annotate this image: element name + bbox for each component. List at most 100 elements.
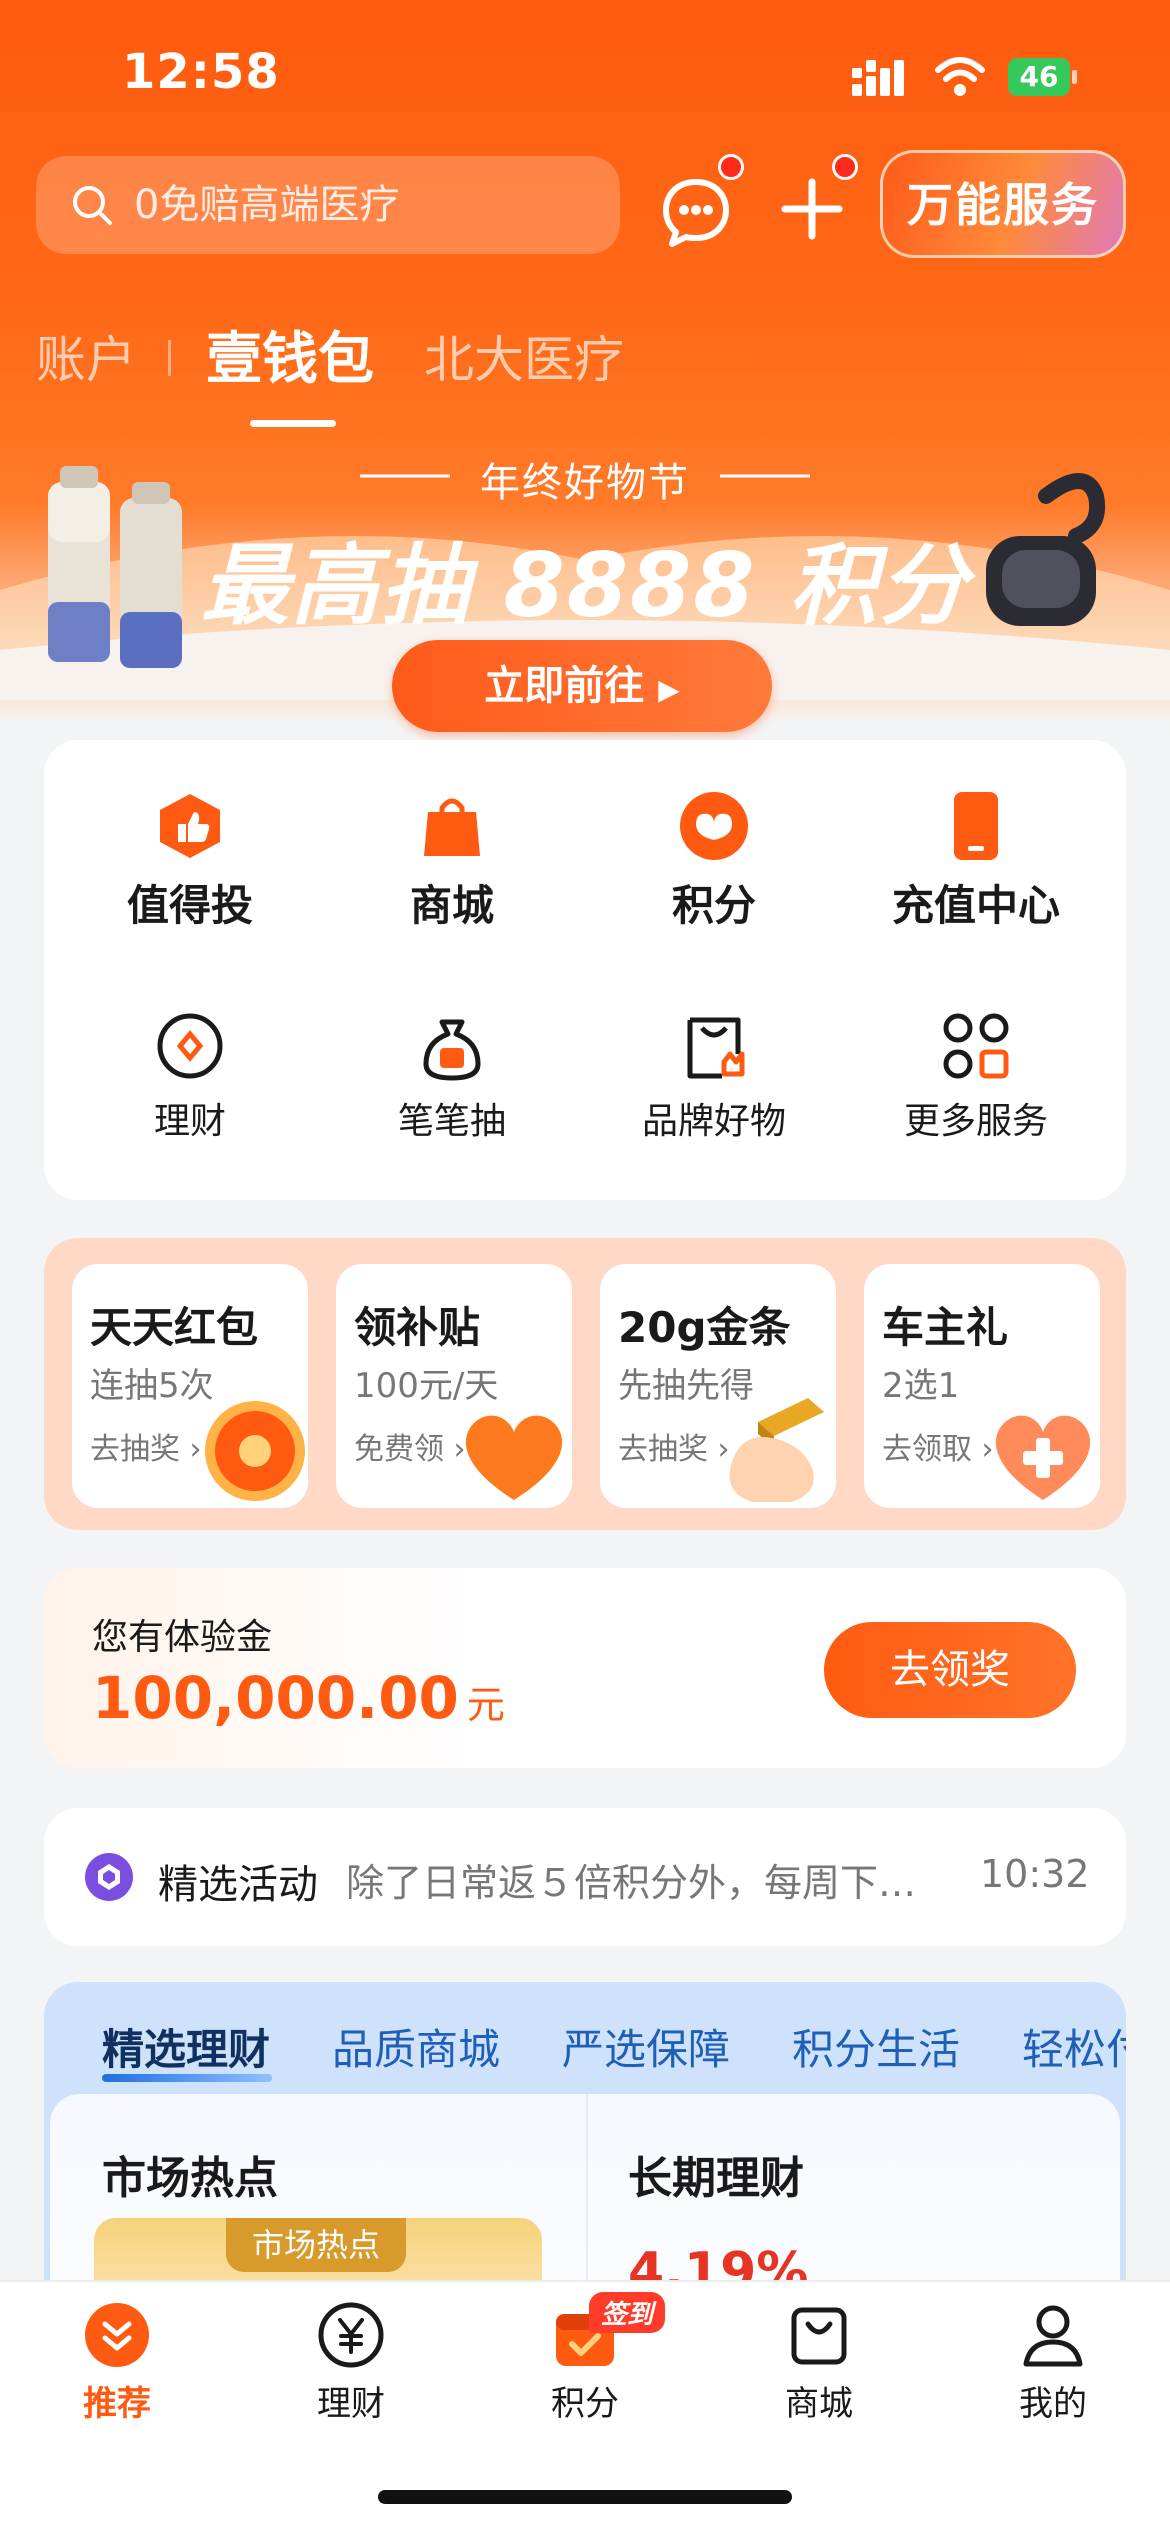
search-input[interactable] <box>132 181 576 229</box>
promo-title: 天天红包 <box>90 1303 259 1352</box>
battery-cap <box>1072 70 1077 84</box>
tab-account[interactable]: 账户 <box>36 320 136 392</box>
message-badge <box>718 154 744 180</box>
active-tab-indicator <box>250 420 336 427</box>
grid-label: 更多服务 <box>903 1101 1048 1142</box>
market-hotspot-tag: 市场热点 <box>226 2218 406 2272</box>
market-hotspot-title: 市场热点 <box>102 2153 278 2204</box>
grid-item-brand-goods[interactable]: 品牌好物 <box>584 1010 844 1144</box>
activity-badge-icon <box>85 1853 133 1901</box>
promo-card-gold-bar[interactable]: 20g金条 先抽先得 去抽奖 › <box>600 1264 836 1508</box>
long-term-wealth-title: 长期理财 <box>628 2153 804 2204</box>
yen-icon <box>318 2302 384 2368</box>
tab-separator <box>168 340 171 376</box>
heart-plus-icon <box>995 1415 1091 1500</box>
thumbs-up-hex-icon <box>160 794 220 858</box>
tab-easy-pay[interactable]: 轻松付 <box>1022 2016 1126 2077</box>
signal-icon <box>852 60 904 96</box>
promo-cta[interactable]: 去抽奖 › <box>90 1424 202 1468</box>
grid-label: 笔笔抽 <box>397 1101 506 1142</box>
banner-go-label: 立即前往 <box>484 663 645 709</box>
activity-text: 除了日常返５倍积分外，每周下… <box>346 1861 917 1905</box>
shopping-bag-icon <box>424 798 480 856</box>
search-bar[interactable] <box>36 156 620 254</box>
mall-bag-icon <box>791 2307 847 2365</box>
banner-headline: 最高抽 8888 积分 <box>200 534 970 637</box>
grid-item-mall[interactable]: 商城 <box>322 790 582 933</box>
promo-subtitle: 连抽5次 <box>90 1366 214 1406</box>
claim-reward-button[interactable]: 去领奖 <box>824 1622 1076 1718</box>
home-indicator <box>378 2490 792 2504</box>
promo-cta[interactable]: 去抽奖 › <box>618 1424 730 1468</box>
status-time: 12:58 <box>122 44 280 100</box>
nav-label: 我的 <box>1019 2384 1087 2424</box>
grid-label: 积分 <box>671 881 756 930</box>
promo-title: 车主礼 <box>882 1303 1009 1352</box>
promo-title: 领补贴 <box>354 1303 481 1352</box>
grid-item-worth-investing[interactable]: 值得投 <box>60 790 320 933</box>
banner-subtitle: 年终好物节 <box>480 460 690 506</box>
recommend-icon <box>85 2303 149 2367</box>
promo-title: 20g金条 <box>618 1303 791 1352</box>
wheel-icon <box>205 1401 305 1501</box>
grid-item-points[interactable]: 积分 <box>584 790 844 933</box>
tab-pku-medical[interactable]: 北大医疗 <box>424 320 624 392</box>
nav-recommend[interactable]: 推荐 <box>17 2300 217 2425</box>
tab-selected-insurance[interactable]: 严选保障 <box>562 2016 730 2077</box>
grid-item-wealth[interactable]: 理财 <box>60 1010 320 1144</box>
points-circle-icon <box>680 792 748 860</box>
message-icon[interactable] <box>656 170 736 250</box>
wifi-icon <box>935 57 985 96</box>
profile-icon <box>1023 2305 1083 2367</box>
promo-cta[interactable]: 去领取 › <box>882 1424 994 1468</box>
nav-label: 理财 <box>317 2384 385 2424</box>
lucky-bag-icon <box>423 1019 481 1081</box>
grid-item-more-services[interactable]: 更多服务 <box>846 1010 1106 1144</box>
experience-amount: 100,000.00 <box>92 1664 459 1732</box>
search-icon <box>73 186 112 225</box>
tab-points-life[interactable]: 积分生活 <box>792 2016 960 2077</box>
promo-card-subsidy[interactable]: 领补贴 100元/天 免费领 › <box>336 1264 572 1508</box>
grid-label: 商城 <box>409 881 494 930</box>
tab-quality-mall[interactable]: 品质商城 <box>332 2016 500 2077</box>
brand-bag-icon <box>687 1017 745 1079</box>
promo-card-daily-redpacket[interactable]: 天天红包 连抽5次 去抽奖 › <box>72 1264 308 1508</box>
checkin-badge: 签到 <box>589 2292 666 2333</box>
heart-icon <box>465 1415 563 1500</box>
banner-go-button[interactable]: 立即前往 ▶ <box>392 640 772 732</box>
battery-indicator: 46 <box>1008 58 1070 96</box>
tab-selected-wealth[interactable]: 精选理财 <box>102 2016 270 2077</box>
nav-profile[interactable]: 我的 <box>953 2300 1153 2425</box>
experience-unit: 元 <box>466 1683 505 1727</box>
activity-time: 10:32 <box>980 1852 1090 1896</box>
finance-tab-indicator <box>102 2074 272 2082</box>
experience-amount-row: 100,000.00 元 <box>92 1664 505 1732</box>
nav-label: 推荐 <box>83 2384 151 2424</box>
promo-cta[interactable]: 免费领 › <box>354 1424 466 1468</box>
nav-label: 商城 <box>785 2384 853 2424</box>
promo-subtitle: 2选1 <box>882 1366 960 1406</box>
play-arrow-icon: ▶ <box>658 673 680 706</box>
grid-label: 理财 <box>153 1101 226 1142</box>
grid-label: 值得投 <box>126 881 253 930</box>
phone-recharge-icon <box>954 792 998 860</box>
promo-section: 天天红包 连抽5次 去抽奖 › 领补贴 100元/天 免费领 › 20g金条 先… <box>44 1238 1126 1530</box>
grid-label: 充值中心 <box>891 881 1060 930</box>
tab-wallet[interactable]: 壹钱包 <box>206 314 374 395</box>
coin-icon <box>157 1013 223 1079</box>
nav-wealth[interactable]: 理财 <box>251 2300 451 2425</box>
nav-label: 积分 <box>551 2384 619 2424</box>
experience-label: 您有体验金 <box>92 1617 273 1658</box>
promo-subtitle: 100元/天 <box>354 1366 499 1406</box>
add-icon[interactable] <box>772 168 852 248</box>
grid-item-lucky-draw[interactable]: 笔笔抽 <box>322 1010 582 1144</box>
gold-bar-icon <box>729 1398 824 1502</box>
grid-item-recharge-center[interactable]: 充值中心 <box>846 790 1106 933</box>
add-badge <box>832 154 858 180</box>
grid-label: 品牌好物 <box>641 1101 786 1142</box>
promo-card-car-owner[interactable]: 车主礼 2选1 去领取 › <box>864 1264 1100 1508</box>
nav-points[interactable]: 签到 积分 <box>485 2292 685 2425</box>
more-grid-icon <box>943 1013 1009 1079</box>
nav-mall[interactable]: 商城 <box>719 2300 919 2425</box>
universal-service-button[interactable]: 万能服务 <box>880 150 1126 258</box>
